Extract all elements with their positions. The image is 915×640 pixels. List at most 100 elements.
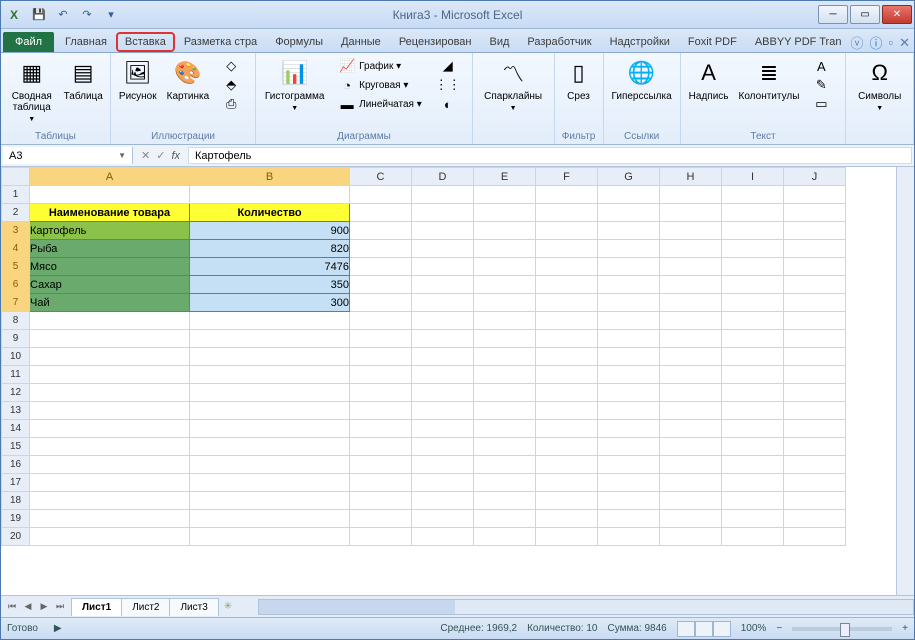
histogram-button[interactable]: 📊Гистограмма ▼	[260, 55, 329, 116]
cell-J5[interactable]	[784, 258, 846, 276]
cell-J16[interactable]	[784, 456, 846, 474]
cell-H8[interactable]	[660, 312, 722, 330]
cell-J11[interactable]	[784, 366, 846, 384]
cell-I2[interactable]	[722, 204, 784, 222]
cancel-icon[interactable]: ✕	[141, 149, 150, 162]
tab-разработчик[interactable]: Разработчик	[518, 32, 600, 52]
row-header-19[interactable]: 19	[2, 510, 30, 528]
cell-G16[interactable]	[598, 456, 660, 474]
cell-G18[interactable]	[598, 492, 660, 510]
help-icon[interactable]: ⓘ	[869, 33, 882, 52]
cell-D9[interactable]	[412, 330, 474, 348]
cell-B5[interactable]: 7476	[190, 258, 350, 276]
cell-A7[interactable]: Чай	[30, 294, 190, 312]
cell-C16[interactable]	[350, 456, 412, 474]
col-header-J[interactable]: J	[784, 168, 846, 186]
area-chart-button[interactable]: ◢	[436, 57, 464, 75]
row-header-13[interactable]: 13	[2, 402, 30, 420]
row-header-1[interactable]: 1	[2, 186, 30, 204]
cell-G10[interactable]	[598, 348, 660, 366]
cell-G8[interactable]	[598, 312, 660, 330]
cell-I6[interactable]	[722, 276, 784, 294]
cell-F15[interactable]	[536, 438, 598, 456]
row-header-5[interactable]: 5	[2, 258, 30, 276]
cell-A19[interactable]	[30, 510, 190, 528]
minimize-ribbon-icon[interactable]: ⓥ	[850, 33, 863, 52]
tab-вставка[interactable]: Вставка	[116, 32, 175, 52]
cell-C2[interactable]	[350, 204, 412, 222]
cell-B20[interactable]	[190, 528, 350, 546]
cell-D6[interactable]	[412, 276, 474, 294]
name-box-dropdown-icon[interactable]: ▼	[118, 151, 126, 160]
tab-abbyy-pdf-tran[interactable]: ABBYY PDF Tran	[746, 32, 851, 52]
vertical-scrollbar[interactable]	[896, 167, 914, 595]
cell-A1[interactable]	[30, 186, 190, 204]
cell-F9[interactable]	[536, 330, 598, 348]
cell-A8[interactable]	[30, 312, 190, 330]
cell-A17[interactable]	[30, 474, 190, 492]
cell-D7[interactable]	[412, 294, 474, 312]
cell-J6[interactable]	[784, 276, 846, 294]
cell-H20[interactable]	[660, 528, 722, 546]
cell-J4[interactable]	[784, 240, 846, 258]
cell-A9[interactable]	[30, 330, 190, 348]
cell-A3[interactable]: Картофель	[30, 222, 190, 240]
cell-F6[interactable]	[536, 276, 598, 294]
window-close-icon[interactable]: ✕	[899, 35, 910, 51]
row-header-11[interactable]: 11	[2, 366, 30, 384]
formula-input[interactable]: Картофель	[188, 147, 912, 164]
tab-file[interactable]: Файл	[3, 32, 54, 52]
cell-E12[interactable]	[474, 384, 536, 402]
cell-H6[interactable]	[660, 276, 722, 294]
sheet-last-icon[interactable]: ⏭	[53, 601, 67, 612]
zoom-in-icon[interactable]: +	[902, 623, 908, 634]
cell-D15[interactable]	[412, 438, 474, 456]
cell-B15[interactable]	[190, 438, 350, 456]
header-footer-button[interactable]: ≣Колонтитулы	[735, 55, 804, 104]
cell-G3[interactable]	[598, 222, 660, 240]
cell-G17[interactable]	[598, 474, 660, 492]
cell-D4[interactable]	[412, 240, 474, 258]
row-header-15[interactable]: 15	[2, 438, 30, 456]
tab-разметка-стра[interactable]: Разметка стра	[175, 32, 266, 52]
cell-E20[interactable]	[474, 528, 536, 546]
cell-G12[interactable]	[598, 384, 660, 402]
cell-I10[interactable]	[722, 348, 784, 366]
cell-I5[interactable]	[722, 258, 784, 276]
cell-B11[interactable]	[190, 366, 350, 384]
cell-I11[interactable]	[722, 366, 784, 384]
row-header-7[interactable]: 7	[2, 294, 30, 312]
cell-E7[interactable]	[474, 294, 536, 312]
cell-H19[interactable]	[660, 510, 722, 528]
cell-J18[interactable]	[784, 492, 846, 510]
bar-chart-button[interactable]: ▬Линейчатая ▾	[335, 95, 426, 113]
cell-F17[interactable]	[536, 474, 598, 492]
cell-H5[interactable]	[660, 258, 722, 276]
cell-C20[interactable]	[350, 528, 412, 546]
row-header-6[interactable]: 6	[2, 276, 30, 294]
cell-J1[interactable]	[784, 186, 846, 204]
cell-E11[interactable]	[474, 366, 536, 384]
cell-G2[interactable]	[598, 204, 660, 222]
cell-A10[interactable]	[30, 348, 190, 366]
object-button[interactable]: ▭	[809, 95, 837, 113]
cell-B1[interactable]	[190, 186, 350, 204]
tab-надстройки[interactable]: Надстройки	[601, 32, 679, 52]
cell-G15[interactable]	[598, 438, 660, 456]
cell-H13[interactable]	[660, 402, 722, 420]
cell-B16[interactable]	[190, 456, 350, 474]
cell-A4[interactable]: Рыба	[30, 240, 190, 258]
fx-icon[interactable]: fx	[171, 150, 180, 162]
cell-I12[interactable]	[722, 384, 784, 402]
tab-вид[interactable]: Вид	[481, 32, 519, 52]
tab-foxit-pdf[interactable]: Foxit PDF	[679, 32, 746, 52]
cell-G13[interactable]	[598, 402, 660, 420]
sheet-tab-Лист2[interactable]: Лист2	[121, 598, 170, 616]
row-header-4[interactable]: 4	[2, 240, 30, 258]
cell-B19[interactable]	[190, 510, 350, 528]
cell-C5[interactable]	[350, 258, 412, 276]
cell-C19[interactable]	[350, 510, 412, 528]
cell-H3[interactable]	[660, 222, 722, 240]
cell-A5[interactable]: Мясо	[30, 258, 190, 276]
cell-F20[interactable]	[536, 528, 598, 546]
